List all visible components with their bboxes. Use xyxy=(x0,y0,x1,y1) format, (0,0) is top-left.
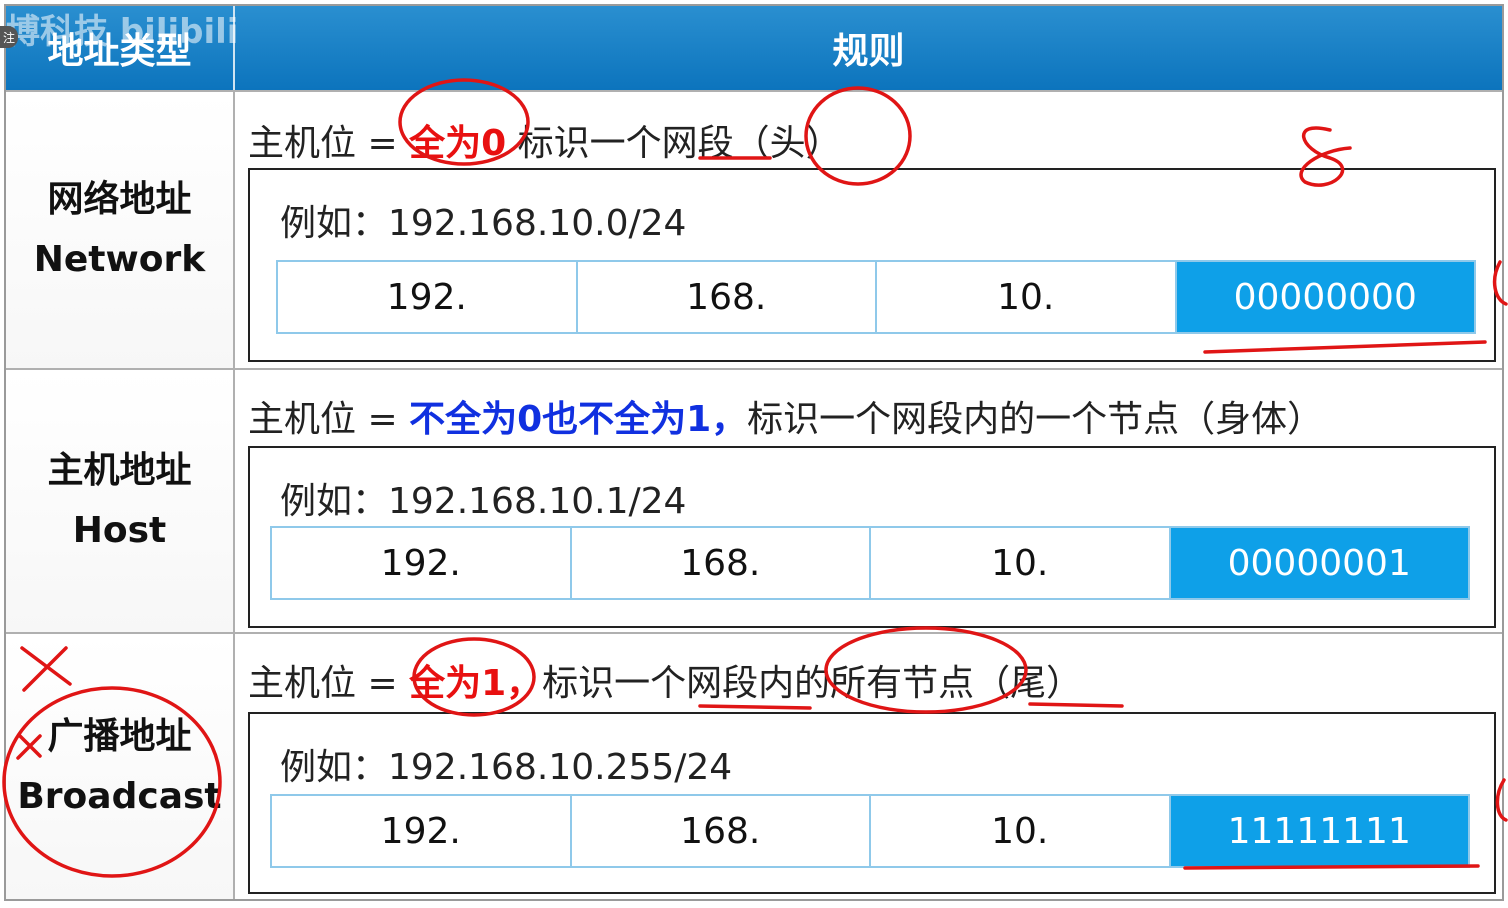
example-box: 例如：192.168.10.1/24 192. 168. 10. 0000000… xyxy=(248,446,1496,628)
rule-prefix: 主机位 = xyxy=(248,123,410,164)
type-label-en: Network xyxy=(33,239,206,280)
rule-suffix: 标识一个网段（头） xyxy=(506,123,842,164)
video-watermark: 博科技 bilibili xyxy=(6,12,239,52)
type-label-cn: 广播地址 xyxy=(47,715,192,757)
example-box: 例如：192.168.10.255/24 192. 168. 10. 11111… xyxy=(248,712,1496,894)
header-rule: 规则 xyxy=(832,31,905,72)
octet-row: 192. 168. 10. 00000001 xyxy=(270,526,1470,600)
rule-highlight: 全为1， xyxy=(409,663,543,704)
type-label-en: Broadcast xyxy=(17,775,222,817)
rule-text: 主机位 = 全为1，标识一个网段内的所有节点（尾） xyxy=(248,654,1082,706)
type-label-cn: 主机地址 xyxy=(47,450,192,491)
rule-highlight: 不全为0也不全为1， xyxy=(409,399,748,440)
type-cell-broadcast: 广播地址 Broadcast xyxy=(6,634,235,899)
octet-2: 168. xyxy=(571,528,871,598)
octet-1: 192. xyxy=(272,796,572,866)
example-text: 例如：192.168.10.255/24 xyxy=(280,747,733,788)
rule-highlight: 全为0 xyxy=(409,123,507,164)
octet-2: 168. xyxy=(577,262,877,332)
rule-text: 主机位 = 全为0 标识一个网段（头） xyxy=(248,114,842,166)
octet-3: 10. xyxy=(877,262,1177,332)
octet-3: 10. xyxy=(871,796,1171,866)
octet-3: 10. xyxy=(871,528,1171,598)
table-row-broadcast: 广播地址 Broadcast 主机位 = 全为1，标识一个网段内的所有节点（尾）… xyxy=(6,632,1502,899)
note-tag: 注 xyxy=(0,26,18,48)
octet-2: 168. xyxy=(571,796,871,866)
rule-suffix: 标识一个网段内的一个节点（身体） xyxy=(747,399,1324,440)
type-cell-network: 网络地址 Network xyxy=(6,92,235,368)
type-cell-host: 主机地址 Host xyxy=(6,370,235,632)
address-type-table: 地址类型 规则 网络地址 Network 主机位 = 全为0 标识一个网段（头）… xyxy=(4,4,1504,901)
example-box: 例如：192.168.10.0/24 192. 168. 10. 0000000… xyxy=(248,168,1496,362)
octet-row: 192. 168. 10. 11111111 xyxy=(270,794,1470,868)
rule-prefix: 主机位 = xyxy=(248,663,410,704)
table-row-network: 网络地址 Network 主机位 = 全为0 标识一个网段（头） 例如：192.… xyxy=(6,90,1502,368)
octet-row: 192. 168. 10. 00000000 xyxy=(276,260,1476,334)
octet-1: 192. xyxy=(278,262,578,332)
type-label-en: Host xyxy=(72,510,167,551)
octet-1: 192. xyxy=(272,528,572,598)
type-label-cn: 网络地址 xyxy=(47,179,192,220)
rule-suffix: 标识一个网段内的所有节点（尾） xyxy=(542,663,1083,704)
octet-host: 00000001 xyxy=(1170,528,1468,598)
table-row-host: 主机地址 Host 主机位 = 不全为0也不全为1，标识一个网段内的一个节点（身… xyxy=(6,368,1502,632)
octet-host: 11111111 xyxy=(1170,796,1468,866)
example-text: 例如：192.168.10.0/24 xyxy=(280,203,687,244)
rule-text: 主机位 = 不全为0也不全为1，标识一个网段内的一个节点（身体） xyxy=(248,390,1323,442)
octet-host: 00000000 xyxy=(1176,262,1474,332)
example-text: 例如：192.168.10.1/24 xyxy=(280,481,687,522)
rule-prefix: 主机位 = xyxy=(248,399,410,440)
